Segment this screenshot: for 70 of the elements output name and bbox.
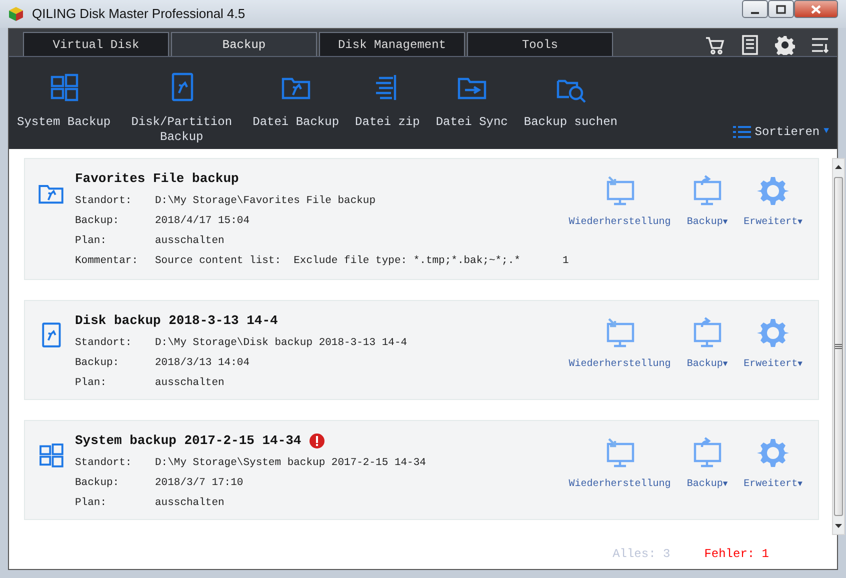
error-count: Fehler: 1 (704, 546, 769, 563)
field-value: D:\My Storage\System backup 2017-2-15 14-34 (155, 456, 426, 471)
windows-icon (37, 441, 65, 469)
toolbar-label[interactable]: Datei Backup (252, 115, 340, 130)
tab[interactable]: Virtual Disk (23, 32, 169, 56)
field-label: Plan: (75, 496, 108, 511)
field-label: Standort: (75, 456, 133, 471)
up-arrow-icon[interactable] (835, 165, 842, 169)
monitor-backup-icon (691, 437, 724, 469)
scrollbar[interactable] (832, 158, 846, 535)
field-value: ausschalten (155, 496, 224, 511)
field-value: 2018/3/13 14:04 (155, 356, 250, 371)
toolbar-label[interactable]: System Backup (17, 115, 111, 130)
close-button[interactable] (794, 0, 838, 18)
close-icon (810, 4, 822, 14)
toolbar-label[interactable]: Datei Sync (436, 115, 508, 130)
field-label: Backup: (75, 214, 120, 229)
cart-icon[interactable] (705, 34, 725, 54)
list-icon (732, 125, 751, 139)
field-label: Standort: (75, 336, 133, 351)
field-value: D:\My Storage\Favorites File backup (155, 194, 376, 209)
action-link[interactable]: Erweitert▼ (744, 477, 802, 492)
settings-icon[interactable] (775, 34, 795, 54)
field-value: ausschalten (155, 234, 224, 249)
field-value: Source content list: Exclude file type: *.tmp;*.bak;~*;.* (155, 254, 520, 269)
action-link[interactable]: Wiederherstellung (568, 477, 671, 492)
field-value: 2018/3/7 17:10 (155, 476, 244, 491)
maximize-icon (775, 4, 787, 14)
field-value: 1 (562, 254, 569, 269)
field-label: Backup: (75, 476, 120, 491)
field-value: D:\My Storage\Disk backup 2018-3-13 14-4 (155, 336, 408, 351)
field-label: Standort: (75, 194, 133, 209)
down-arrow-icon[interactable] (835, 524, 842, 528)
tab[interactable]: Disk Management (319, 32, 465, 56)
cube-icon (8, 6, 24, 22)
action-link[interactable]: Wiederherstellung (568, 215, 671, 230)
toolbar-label[interactable]: Disk/Partition Backup (126, 115, 237, 145)
action-link[interactable]: Backup▼ (686, 357, 728, 372)
field-label: Plan: (75, 234, 108, 249)
minimize-button[interactable] (742, 0, 768, 18)
action-link[interactable]: Wiederherstellung (568, 357, 671, 372)
sort-button[interactable]: Sortieren ▼ (732, 123, 829, 141)
scroll-thumb[interactable] (834, 177, 844, 516)
tab[interactable]: Backup (171, 32, 317, 56)
backup-title: Favorites File backup (75, 171, 239, 187)
notebook-icon[interactable] (741, 34, 759, 54)
action-link[interactable]: Erweitert▼ (744, 215, 802, 230)
backup-title: System backup 2017-2-15 14-34 (75, 433, 302, 449)
window-title: QILING Disk Master Professional 4.5 (32, 5, 246, 24)
minimize-icon (751, 12, 759, 14)
backup-title: Disk backup 2018-3-13 14-4 (75, 313, 278, 329)
action-link[interactable]: Backup▼ (686, 477, 728, 492)
tab[interactable]: Tools (467, 32, 613, 56)
field-label: Kommentar: (75, 254, 140, 269)
gear-icon (757, 437, 790, 469)
toolbar-label[interactable]: Datei zip (355, 115, 420, 130)
field-label: Backup: (75, 356, 120, 371)
menu-icon[interactable] (811, 36, 829, 54)
toolbar-label[interactable]: Backup suchen (524, 115, 618, 130)
field-value: 2018/4/17 15:04 (155, 214, 250, 229)
gear-icon (757, 175, 790, 207)
gear-icon (757, 317, 790, 349)
action-link[interactable]: Backup▼ (686, 215, 728, 230)
monitor-backup-icon (691, 317, 724, 349)
field-value: ausschalten (155, 376, 224, 391)
field-label: Plan: (75, 376, 108, 391)
maximize-button[interactable] (768, 0, 794, 18)
total-count: Alles: 3 (612, 546, 670, 563)
monitor-backup-icon (691, 175, 724, 207)
action-link[interactable]: Erweitert▼ (744, 357, 802, 372)
